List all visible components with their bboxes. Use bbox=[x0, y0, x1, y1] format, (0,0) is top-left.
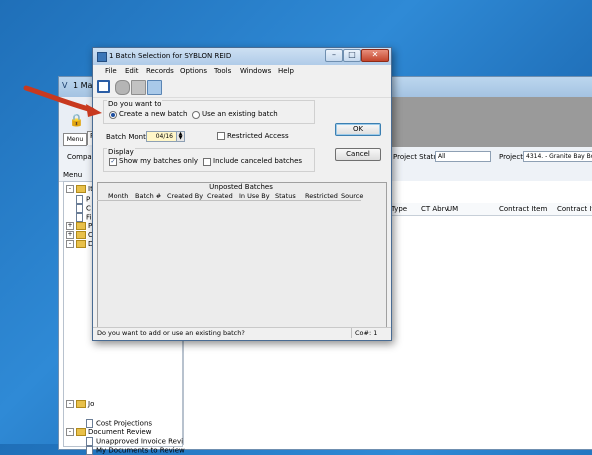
calculator-icon[interactable] bbox=[147, 80, 162, 95]
tree-node[interactable]: C bbox=[76, 204, 91, 213]
column-header-contract-item[interactable]: Contract Item bbox=[499, 205, 547, 213]
document-icon bbox=[76, 213, 83, 222]
folder-icon bbox=[76, 240, 86, 248]
show-my-batches-checkbox[interactable]: ✓ bbox=[109, 158, 117, 166]
column-header-created[interactable]: Created bbox=[207, 192, 233, 200]
tree-node-unapproved-invoice-review[interactable]: Unapproved Invoice Review bbox=[86, 437, 193, 446]
tree-node-jo[interactable]: - Jo bbox=[66, 400, 94, 408]
status-divider bbox=[351, 328, 352, 338]
tree-node[interactable]: + P bbox=[66, 222, 92, 230]
tree-node[interactable]: + C bbox=[66, 231, 93, 239]
dialog-title: 1 Batch Selection for SYBLON REID bbox=[109, 52, 232, 60]
menu-header: Menu bbox=[63, 171, 83, 179]
column-header-restricted[interactable]: Restricted bbox=[305, 192, 338, 200]
collapse-icon[interactable]: - bbox=[66, 240, 74, 248]
new-record-icon[interactable] bbox=[97, 80, 110, 93]
display-label: Display bbox=[107, 148, 135, 156]
document-icon bbox=[86, 437, 93, 446]
create-new-batch-label[interactable]: Create a new batch bbox=[119, 110, 187, 118]
menu-tab[interactable]: Menu bbox=[63, 133, 87, 146]
use-existing-batch-label[interactable]: Use an existing batch bbox=[202, 110, 278, 118]
collapse-icon[interactable]: - bbox=[66, 400, 74, 408]
include-canceled-label[interactable]: Include canceled batches bbox=[213, 157, 302, 165]
show-my-batches-label[interactable]: Show my batches only bbox=[119, 157, 198, 165]
project-select[interactable]: 4314. - Granite Bay Booste bbox=[523, 151, 592, 162]
folder-icon bbox=[76, 428, 86, 436]
app-icon: V bbox=[62, 81, 68, 90]
menu-options[interactable]: Options bbox=[180, 67, 207, 75]
project-status-select[interactable]: All bbox=[435, 151, 491, 162]
folder-icon bbox=[76, 400, 86, 408]
include-canceled-checkbox[interactable] bbox=[203, 158, 211, 166]
create-new-batch-radio[interactable] bbox=[109, 111, 117, 119]
menu-edit[interactable]: Edit bbox=[125, 67, 139, 75]
document-icon bbox=[86, 419, 93, 428]
folder-icon bbox=[76, 231, 86, 239]
link-icon[interactable] bbox=[115, 80, 130, 95]
batch-month-spinner[interactable]: ▲ ▼ bbox=[176, 131, 185, 142]
expand-icon[interactable]: + bbox=[66, 231, 74, 239]
column-header-in-use-by[interactable]: In Use By bbox=[239, 192, 270, 200]
dialog-titlebar[interactable]: 1 Batch Selection for SYBLON REID – □ ✕ bbox=[93, 48, 391, 65]
tree-node-cost-projections[interactable]: Cost Projections bbox=[86, 419, 152, 428]
close-button[interactable]: ✕ bbox=[361, 49, 389, 62]
tree-node[interactable]: -D bbox=[66, 240, 93, 248]
column-header-um[interactable]: UM bbox=[447, 205, 458, 213]
unposted-batches-grid[interactable] bbox=[97, 182, 387, 328]
project-label: Project: bbox=[499, 153, 526, 161]
column-header-contract-item-2[interactable]: Contract Item bbox=[557, 205, 592, 213]
cancel-button[interactable]: Cancel bbox=[335, 148, 381, 161]
column-header-ct-abrv[interactable]: CT Abrv bbox=[421, 205, 449, 213]
restricted-access-checkbox[interactable] bbox=[217, 132, 225, 140]
do-you-want-to-label: Do you want to bbox=[107, 100, 163, 108]
menu-records[interactable]: Records bbox=[146, 67, 174, 75]
lock-icon[interactable]: 🔒 bbox=[69, 113, 84, 127]
menu-windows[interactable]: Windows bbox=[240, 67, 271, 75]
collapse-icon[interactable]: - bbox=[66, 185, 74, 193]
document-icon bbox=[76, 204, 83, 213]
batch-month-input[interactable]: 04/16 bbox=[146, 131, 177, 142]
tree-node[interactable]: Fi bbox=[76, 213, 91, 222]
column-header-source[interactable]: Source bbox=[341, 192, 363, 200]
document-icon bbox=[76, 195, 83, 204]
column-header-type[interactable]: Type bbox=[391, 205, 407, 213]
menu-tools[interactable]: Tools bbox=[214, 67, 231, 75]
restricted-access-label[interactable]: Restricted Access bbox=[227, 132, 289, 140]
maximize-button[interactable]: □ bbox=[343, 49, 361, 62]
ok-button[interactable]: OK bbox=[335, 123, 381, 136]
batch-selection-dialog: 1 Batch Selection for SYBLON REID – □ ✕ … bbox=[92, 47, 392, 341]
menu-help[interactable]: Help bbox=[278, 67, 294, 75]
print-icon[interactable] bbox=[131, 80, 146, 95]
tree-node-my-documents-to-review[interactable]: My Documents to Review bbox=[86, 446, 185, 455]
column-header-month[interactable]: Month bbox=[108, 192, 128, 200]
minimize-button[interactable]: – bbox=[325, 49, 343, 62]
dialog-app-icon bbox=[97, 52, 107, 62]
column-header-created-by[interactable]: Created By bbox=[167, 192, 203, 200]
menu-file[interactable]: File bbox=[105, 67, 117, 75]
use-existing-batch-radio[interactable] bbox=[192, 111, 200, 119]
tree-node-document-review[interactable]: - Document Review bbox=[66, 428, 151, 436]
company-number-status: Co#: 1 bbox=[355, 329, 378, 337]
tree-node[interactable]: P bbox=[76, 195, 90, 204]
column-header-batch-number[interactable]: Batch # bbox=[135, 192, 161, 200]
collapse-icon[interactable]: - bbox=[66, 428, 74, 436]
document-icon bbox=[86, 446, 93, 455]
column-header-status[interactable]: Status bbox=[275, 192, 296, 200]
folder-icon bbox=[76, 185, 86, 193]
folder-icon bbox=[76, 222, 86, 230]
expand-icon[interactable]: + bbox=[66, 222, 74, 230]
unposted-batches-title: Unposted Batches bbox=[209, 183, 273, 191]
status-message: Do you want to add or use an existing ba… bbox=[97, 329, 245, 337]
